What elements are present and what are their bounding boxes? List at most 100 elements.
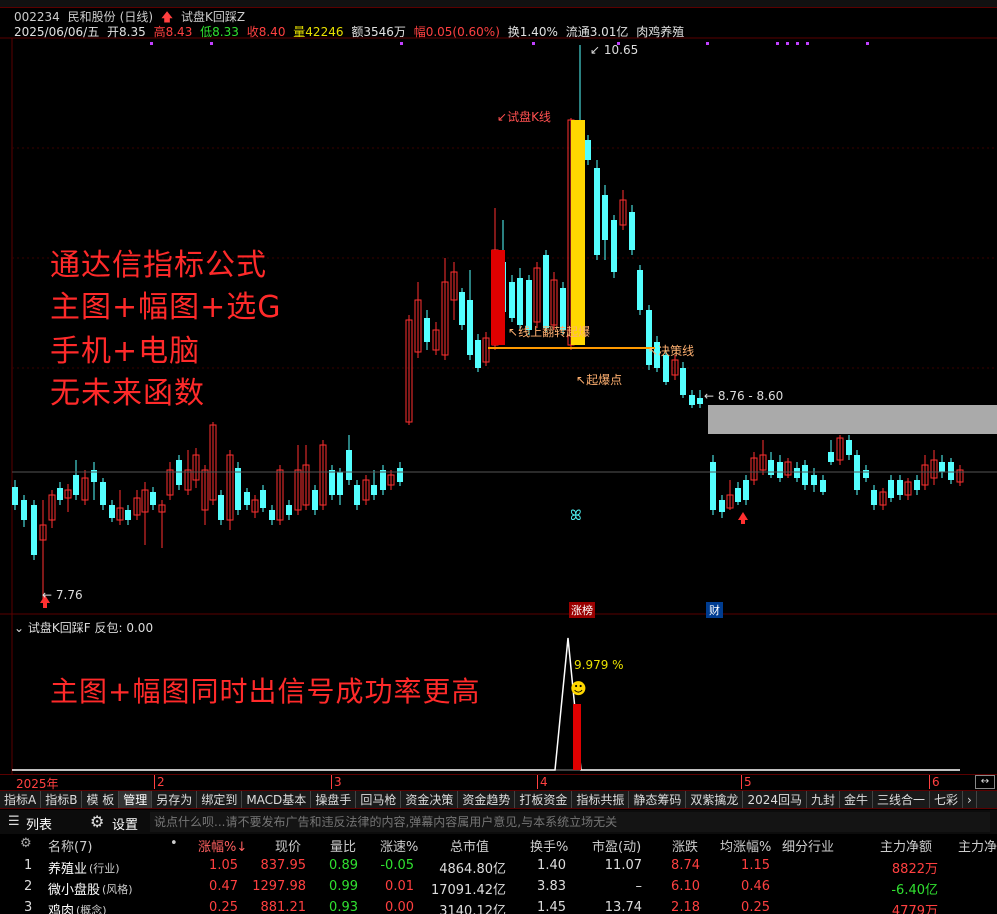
column-header-0[interactable]: 名称(7): [48, 836, 92, 855]
row-2-name[interactable]: 鸡肉: [48, 900, 74, 914]
column-header-2[interactable]: 涨幅%↓: [198, 836, 247, 855]
tab-3[interactable]: 管理: [119, 791, 153, 808]
tab-10[interactable]: 资金趋势: [458, 791, 516, 808]
burst-point-text: 起爆点: [586, 373, 623, 387]
danmaku-input[interactable]: [150, 812, 990, 832]
trial-k-text: 试盘K线: [507, 110, 551, 124]
row-1-diff: 6.10: [671, 879, 700, 894]
candle-body-10: [100, 482, 106, 505]
row-1-chg: 0.47: [209, 879, 238, 894]
smile-icon: ☻: [570, 679, 587, 698]
buy-arrow-icon: [738, 512, 748, 524]
row-0-vr: 0.89: [329, 858, 358, 873]
table-header: ⚙ 名称(7) • 涨幅%↓ 现价 量比 涨速% 总市值 换手% 市盈(动) 涨跌 均涨幅% 细分行业 主…: [0, 834, 997, 856]
signal-dot-7: [786, 42, 789, 45]
candle-body-69: [602, 195, 608, 240]
candle-body-80: [697, 398, 703, 404]
signal-dot-1: [210, 42, 213, 45]
tab-12[interactable]: 指标共振: [572, 791, 630, 808]
row-1-price: 1297.98: [252, 879, 306, 894]
column-header-9[interactable]: 涨跌: [672, 836, 698, 855]
tabs-more-icon[interactable]: ›: [963, 791, 977, 808]
promo-line-3: 手机+电脑: [50, 334, 201, 369]
column-header-4[interactable]: 量比: [330, 836, 356, 855]
candle-body-91: [794, 468, 800, 478]
column-header-8[interactable]: 市盈(动): [592, 836, 641, 855]
indicator-tabs: 指标A 指标B 模 板管理 另存为 绑定到 MACD基本 操盘手 回马枪 资金决策 资金趋势 打板资…: [0, 790, 997, 809]
candle-body-81: [710, 462, 716, 510]
column-settings-icon[interactable]: ⚙: [20, 836, 32, 851]
candle-body-109: [948, 462, 954, 480]
column-header-3[interactable]: 现价: [275, 836, 301, 855]
column-header-13[interactable]: 主力净: [958, 836, 997, 855]
axis-scroll-button[interactable]: ↔: [975, 775, 995, 789]
tab-16[interactable]: 九封: [807, 791, 840, 808]
candle-body-82: [719, 500, 725, 512]
tab-17[interactable]: 金牛: [840, 791, 874, 808]
promo-line-4: 无未来函数: [50, 376, 205, 411]
candle-body-72: [629, 212, 635, 250]
row-1-mcap: 17091.42亿: [430, 883, 506, 898]
candle-body-42: [371, 485, 377, 495]
column-header-5[interactable]: 涨速%: [380, 836, 418, 855]
tab-19[interactable]: 七彩: [930, 791, 964, 808]
settings-button[interactable]: 设置: [112, 814, 138, 833]
row-1-name[interactable]: 微小盘股: [48, 879, 100, 898]
time-axis: 2025年 2 3 4 5 6 ↔: [0, 774, 997, 791]
butterfly-icon: ꕤ: [570, 508, 582, 524]
list-toolbar: ☰ 列表 ⚙ 设置: [0, 810, 997, 834]
candle-body-2: [31, 505, 37, 555]
decision-line-text: 决策线: [658, 344, 695, 358]
tab-18[interactable]: 三线合一: [873, 791, 931, 808]
candle-body-88: [768, 460, 774, 475]
row-1-spd: 0.01: [385, 879, 414, 894]
line-top-label: ↖线上翻转起爆: [508, 325, 591, 339]
row-0-avg: 1.15: [741, 858, 770, 873]
candle-body-40: [354, 485, 360, 505]
candle-body-78: [680, 368, 686, 395]
row-2-tag: (概念): [76, 904, 107, 914]
candle-body-70: [611, 220, 617, 272]
tab-6[interactable]: MACD基本: [242, 791, 312, 808]
column-header-7[interactable]: 换手%: [530, 836, 568, 855]
candle-body-29: [260, 490, 266, 508]
tab-9[interactable]: 资金决策: [401, 791, 459, 808]
candle-body-32: [286, 505, 292, 515]
candle-body-53: [467, 300, 473, 355]
tab-13[interactable]: 静态筹码: [629, 791, 687, 808]
tab-5[interactable]: 绑定到: [197, 791, 243, 808]
tab-1[interactable]: 指标B: [41, 791, 83, 808]
candle-body-43: [380, 470, 386, 490]
tab-7[interactable]: 操盘手: [311, 791, 357, 808]
finance-tag[interactable]: 财: [706, 602, 723, 618]
row-1-vr: 0.99: [329, 879, 358, 894]
candle-body-89: [777, 462, 783, 478]
signal-dot-9: [806, 42, 809, 45]
column-header-12[interactable]: 主力净额: [880, 836, 932, 855]
row-1-net: -6.40亿: [891, 883, 938, 898]
column-header-1[interactable]: •: [170, 836, 178, 851]
list-button[interactable]: 列表: [26, 814, 52, 833]
column-header-6[interactable]: 总市值: [450, 836, 489, 855]
gear-icon[interactable]: ⚙: [90, 812, 104, 831]
tab-4[interactable]: 另存为: [152, 791, 198, 808]
column-header-11[interactable]: 细分行业: [782, 836, 834, 855]
row-0-name[interactable]: 养殖业: [48, 858, 87, 877]
tab-2[interactable]: 模 板: [82, 791, 120, 808]
tab-15[interactable]: 2024回马: [743, 791, 807, 808]
list-icon[interactable]: ☰: [8, 814, 20, 829]
limit-up-tag[interactable]: 涨榜: [569, 602, 595, 618]
candle-body-16: [150, 492, 156, 505]
signal-dot-3: [532, 42, 535, 45]
tab-11[interactable]: 打板资金: [515, 791, 573, 808]
sub-toggle-icon[interactable]: ⌄: [14, 621, 24, 635]
column-header-10[interactable]: 均涨幅%: [720, 836, 771, 855]
tab-0[interactable]: 指标A: [0, 791, 42, 808]
sub-indicator-name[interactable]: 试盘K回踩F: [28, 621, 91, 635]
tab-14[interactable]: 双紫擒龙: [686, 791, 744, 808]
tab-8[interactable]: 回马枪: [356, 791, 402, 808]
trial-k-bar: [571, 120, 585, 345]
signal-dot-5: [706, 42, 709, 45]
sub-indicator-header[interactable]: ⌄ 试盘K回踩F 反包: 0.00: [14, 619, 153, 636]
candle-body-13: [125, 510, 131, 520]
